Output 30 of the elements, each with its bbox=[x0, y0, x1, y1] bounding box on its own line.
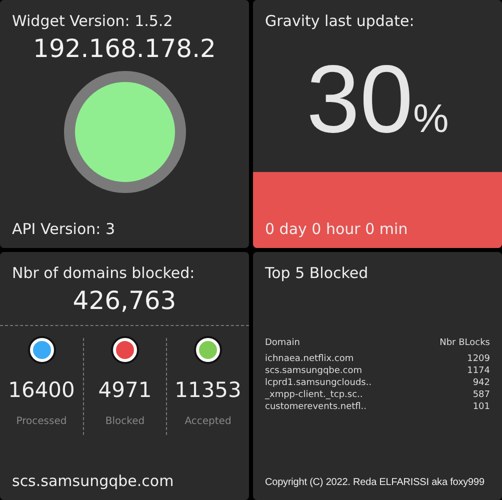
table-cell: 1174 bbox=[418, 366, 490, 378]
table-cell: _xmpp-client._tcp.sc.. bbox=[265, 390, 418, 402]
api-version: API Version: 3 bbox=[12, 220, 116, 238]
table-cell-text: 1209 bbox=[466, 354, 490, 366]
stat-value: 16400 bbox=[8, 378, 75, 402]
percent-sign: % bbox=[413, 97, 449, 142]
table-cell: 587 bbox=[418, 390, 490, 402]
card-title: Widget Version: 1.5.2 bbox=[12, 12, 174, 30]
card-title: Nbr of domains blocked: bbox=[12, 264, 196, 282]
stat-value: 4971 bbox=[98, 378, 152, 402]
table-cell-text: 101 bbox=[472, 402, 490, 414]
column-header: Domain bbox=[265, 338, 418, 354]
ip-address: 192.168.178.2 bbox=[32, 34, 217, 63]
stat-label: Processed bbox=[16, 416, 67, 427]
percent-value: 30 bbox=[306, 52, 414, 148]
stat-value: 11353 bbox=[174, 378, 242, 402]
blocked-total: 426,763 bbox=[72, 286, 178, 315]
table-cell: scs.samsungqbe.com bbox=[265, 366, 418, 378]
table-cell: lcprd1.samsungclouds.. bbox=[265, 378, 418, 390]
stat-label: Accepted bbox=[184, 416, 232, 427]
table-cell: 942 bbox=[418, 378, 490, 390]
card-title: Top 5 Blocked bbox=[265, 264, 370, 282]
last-domain: scs.samsungqbe.com bbox=[12, 472, 175, 490]
copyright-text: Copyright (C) 2022. Reda ELFARISSI aka foxy999 bbox=[265, 476, 484, 490]
elapsed-time: 0 day 0 hour 0 min bbox=[265, 220, 409, 238]
stat-label: Blocked bbox=[105, 416, 145, 427]
column-header: Nbr BLocks bbox=[418, 338, 490, 354]
table-cell-text: customerevents.netfl.. bbox=[265, 402, 368, 414]
card-title: Gravity last update: bbox=[265, 12, 416, 30]
table-cell: ichnaea.netflix.com bbox=[265, 354, 418, 366]
